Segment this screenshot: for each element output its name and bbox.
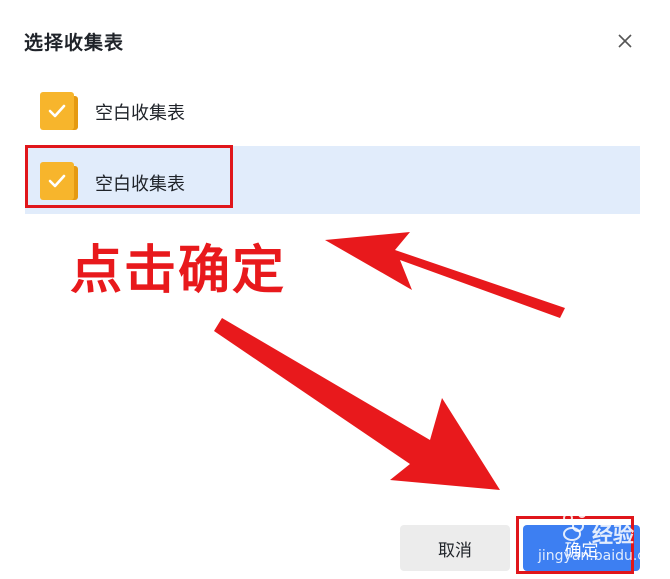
folder-check-icon xyxy=(40,92,78,130)
watermark-url: jingyan.baidu.com xyxy=(538,548,668,564)
select-form-dialog: 选择收集表 空白收集表 空白收集表 点击确定 取消 确定 经验 jingyan.… xyxy=(0,0,670,579)
annotation-text: 点击确定 xyxy=(70,242,287,300)
watermark-brand: 经验 xyxy=(592,524,634,547)
form-item-label: 空白收集表 xyxy=(95,103,185,123)
down-right-arrow-icon xyxy=(214,318,500,490)
form-list-item[interactable]: 空白收集表 xyxy=(25,76,640,144)
dialog-title: 选择收集表 xyxy=(24,33,125,54)
close-icon[interactable] xyxy=(614,30,636,52)
left-arrow-icon xyxy=(325,232,565,318)
cancel-button[interactable]: 取消 xyxy=(400,525,510,571)
selected-item-highlight-box xyxy=(25,145,233,208)
